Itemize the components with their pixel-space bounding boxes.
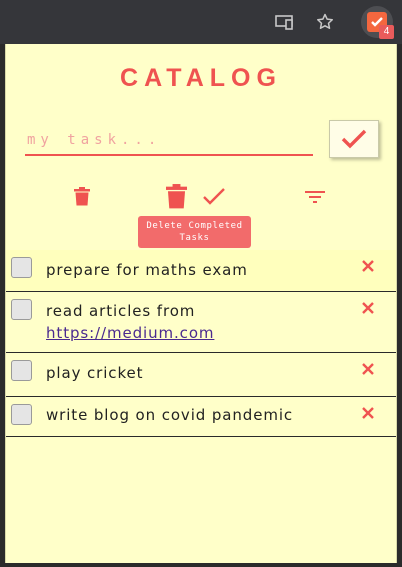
filter-button[interactable]	[302, 184, 328, 210]
browser-toolbar: 4	[0, 0, 402, 44]
task-text: prepare for maths exam	[46, 261, 248, 279]
close-icon	[362, 407, 374, 419]
delete-all-button[interactable]	[70, 184, 94, 208]
delete-task-button[interactable]	[358, 403, 378, 423]
tooltip: Delete Completed Tasks	[138, 216, 251, 248]
trash-icon	[165, 183, 187, 208]
task-text: play cricket	[46, 364, 144, 382]
extension-button[interactable]: 4	[361, 6, 394, 39]
task-text: write blog on covid pandemic	[46, 406, 294, 424]
task-text-main: read articles from	[46, 302, 196, 320]
close-icon	[362, 302, 374, 314]
extension-badge: 4	[379, 25, 394, 39]
list-item: prepare for maths exam	[6, 250, 396, 292]
close-icon	[362, 260, 374, 272]
app-title: CATALOG	[120, 64, 282, 92]
add-task-button[interactable]	[329, 120, 379, 158]
star-icon[interactable]	[309, 6, 341, 38]
task-checkbox[interactable]	[11, 299, 32, 320]
list-item: play cricket	[6, 353, 396, 397]
task-input[interactable]	[25, 126, 313, 156]
task-checkbox[interactable]	[11, 404, 32, 425]
delete-completed-button[interactable]	[162, 182, 190, 210]
check-icon	[341, 129, 367, 149]
task-checkbox[interactable]	[11, 360, 32, 381]
delete-task-button[interactable]	[358, 359, 378, 379]
task-checkbox[interactable]	[11, 257, 32, 278]
cast-icon[interactable]	[268, 6, 300, 38]
check-icon	[203, 188, 225, 205]
complete-all-button[interactable]	[201, 184, 227, 210]
delete-task-button[interactable]	[358, 256, 378, 276]
task-list: prepare for maths exam read articles fro…	[6, 250, 396, 437]
trash-icon	[74, 186, 90, 205]
task-text: read articles from https://medium.com	[46, 300, 214, 344]
close-icon	[362, 363, 374, 375]
task-link[interactable]: https://medium.com	[46, 324, 214, 342]
list-item: write blog on covid pandemic	[6, 397, 396, 437]
filter-icon	[305, 191, 325, 203]
delete-task-button[interactable]	[358, 298, 378, 318]
catalog-popup: CATALOG Delete Completed Tasks	[5, 44, 397, 563]
list-item: read articles from https://medium.com	[6, 292, 396, 353]
